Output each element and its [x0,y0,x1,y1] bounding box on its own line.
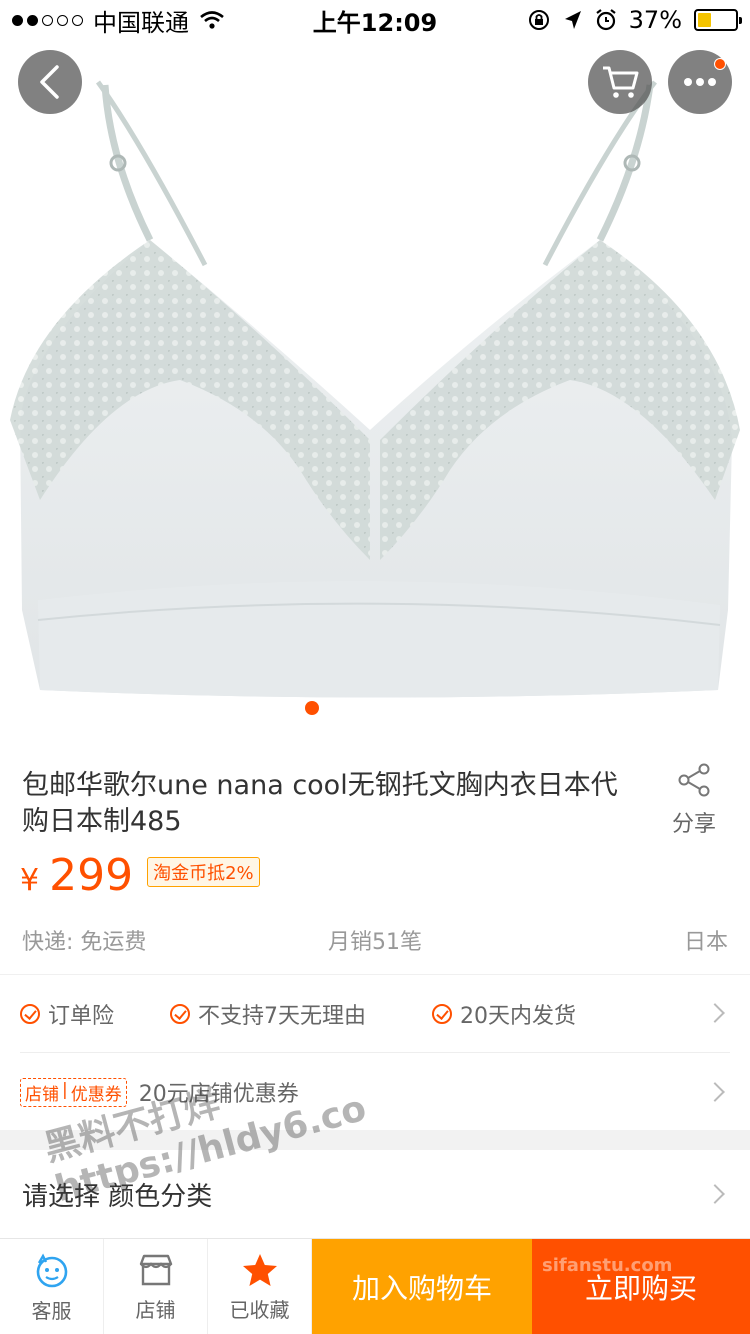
chevron-right-icon [705,1003,725,1023]
coupon-badge: 店铺 | 优惠券 [20,1077,127,1107]
wifi-icon [200,11,224,29]
notification-dot [714,58,726,70]
currency-symbol: ¥ [20,863,40,898]
coupon-row[interactable]: 店铺 | 优惠券 20元店铺优惠券 [0,1053,750,1131]
rotation-lock-icon [528,10,549,30]
price: 299 [49,850,134,901]
sku-label: 请选择 颜色分类 [22,1181,213,1212]
customer-service-tab[interactable]: 客服 [0,1239,104,1334]
product-info: 包邮华歌尔une nana cool无钢托文胸内衣日本代购日本制485 分享 ¥… [0,750,750,974]
cart-button[interactable] [588,50,652,114]
bra-product-photo [0,0,750,750]
customer-service-label: 客服 [31,1298,72,1323]
battery-icon [694,9,742,31]
buy-now-button[interactable]: sifanstu.com 立即购买 [532,1239,750,1334]
share-icon [678,763,710,797]
chevron-right-icon [705,1184,725,1204]
favorite-label: 已收藏 [229,1297,290,1322]
carrier-name: 中国联通 [93,8,189,37]
more-icon [684,78,716,86]
signal-icon [12,14,83,26]
share-label: 分享 [671,812,716,837]
alarm-icon [595,9,616,31]
location-icon [564,11,581,29]
coin-discount-badge: 淘金币抵2% [147,856,260,887]
bottom-bar: 客服 店铺 已收藏 加入购物车 sifanstu.com 立即购买 [0,1238,750,1334]
carousel-indicator [305,701,319,715]
service-item: 不支持7天无理由 [170,998,366,1030]
more-button[interactable] [668,50,732,114]
services-section: 订单险 不支持7天无理由 20天内发货 店铺 | 优惠券 20元店铺优惠券 [0,974,750,1130]
shop-icon [139,1254,172,1285]
check-circle-icon [432,1003,452,1024]
service-item: 订单险 [20,998,114,1030]
meta-row: 快递: 免运费 月销51笔 日本 [22,924,728,956]
star-icon [242,1253,277,1286]
shipping-info: 快递: 免运费 [22,930,147,955]
favorite-tab[interactable]: 已收藏 [208,1239,312,1334]
shop-tab[interactable]: 店铺 [104,1239,208,1334]
add-to-cart-button[interactable]: 加入购物车 [312,1239,532,1334]
coupon-text: 20元店铺优惠券 [138,1082,299,1107]
service-item: 20天内发货 [432,998,576,1030]
back-button[interactable] [18,50,82,114]
monthly-sales: 月销51笔 [328,930,422,955]
service-item-label: 订单险 [48,1003,115,1029]
battery-percent: 37% [628,6,682,34]
status-bar: 中国联通 上午12:09 37% [0,0,750,40]
service-guarantees[interactable]: 订单险 不支持7天无理由 20天内发货 [0,975,750,1052]
sku-selector[interactable]: 请选择 颜色分类 [0,1150,750,1238]
share-button[interactable]: 分享 [662,762,726,838]
chevron-left-icon [40,65,59,99]
price-row: ¥ 299 淘金币抵2% [20,850,260,901]
product-title: 包邮华歌尔une nana cool无钢托文胸内衣日本代购日本制485 [22,770,618,837]
service-item-label: 20天内发货 [460,1003,576,1029]
check-circle-icon [20,1003,40,1024]
customer-service-icon [36,1252,67,1287]
origin: 日本 [683,930,728,955]
watermark-line: sifanstu.com [542,1255,673,1276]
check-circle-icon [170,1003,190,1024]
product-image[interactable] [0,0,750,750]
cart-icon [603,66,639,98]
chevron-right-icon [705,1082,725,1102]
coupon-badge-left: 店铺 [25,1084,59,1105]
coupon-badge-right: 优惠券 [70,1084,122,1105]
shop-label: 店铺 [135,1297,176,1322]
service-item-label: 不支持7天无理由 [198,1003,366,1029]
